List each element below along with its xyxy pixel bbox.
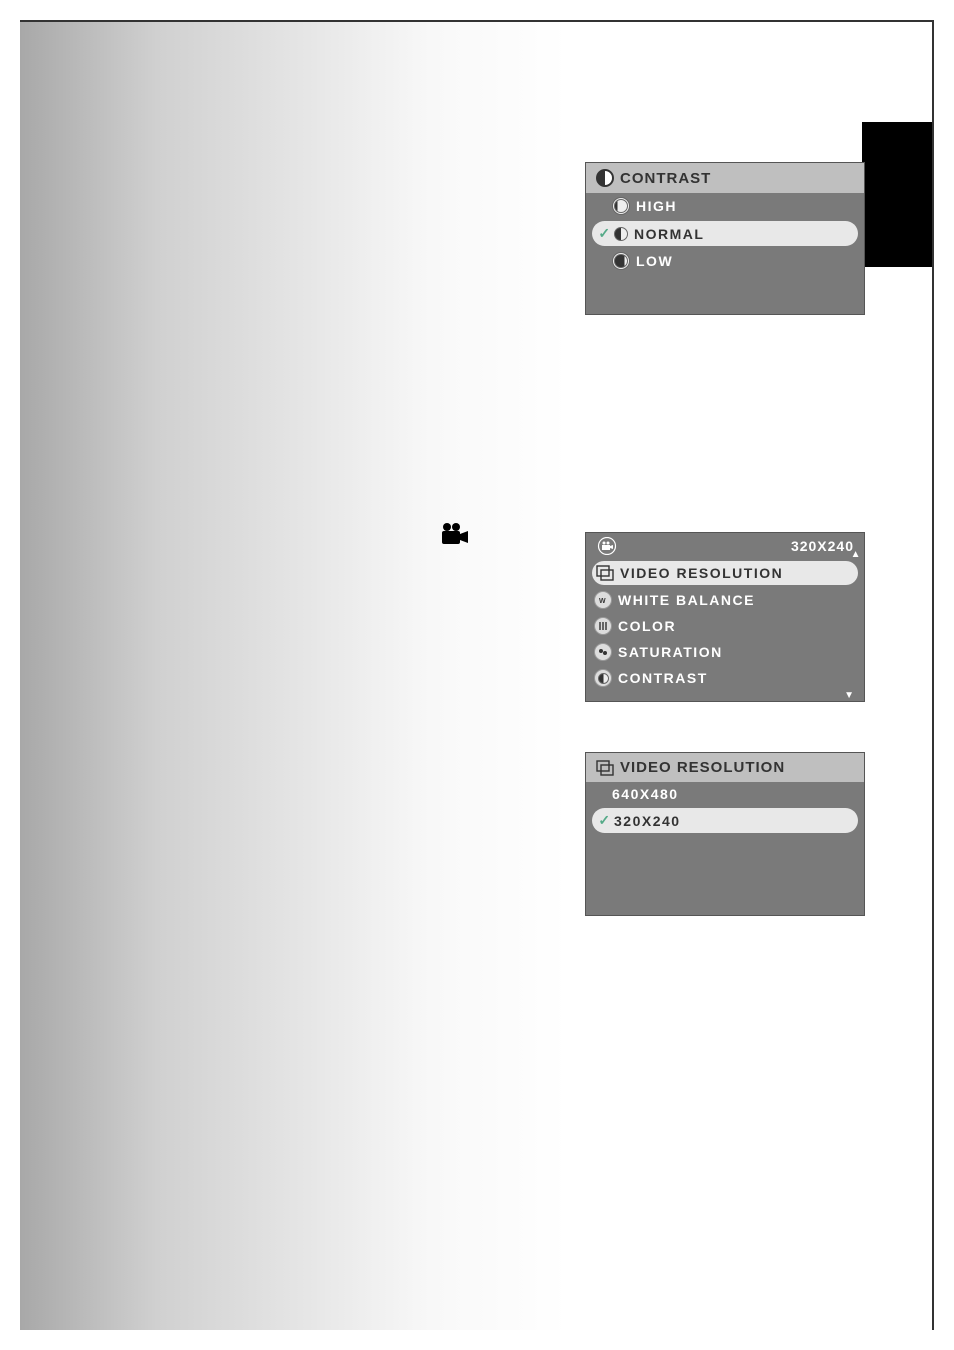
menu-item-label: VIDEO RESOLUTION (620, 565, 783, 581)
resolution-icon (596, 760, 614, 776)
menu-item-label: COLOR (618, 618, 676, 634)
contrast-menu-header: CONTRAST (586, 163, 864, 193)
color-icon (594, 617, 612, 635)
menu-item-label: CONTRAST (618, 670, 708, 686)
scroll-down-arrow: ▼ (586, 691, 864, 701)
resolution-menu-header: VIDEO RESOLUTION (586, 753, 864, 782)
resolution-menu-title: VIDEO RESOLUTION (620, 759, 785, 776)
white-balance-icon: W (594, 591, 612, 609)
video-camera-icon (440, 522, 470, 546)
video-menu: 320X240 VIDEO RESOLUTION ▲ W WHITE BALAN… (585, 532, 865, 702)
contrast-option-label: HIGH (636, 198, 677, 214)
video-menu-status: 320X240 (586, 533, 864, 559)
contrast-high-icon (612, 197, 630, 215)
contrast-icon (596, 169, 614, 187)
contrast-option-label: LOW (636, 253, 673, 269)
menu-item-color[interactable]: COLOR (586, 613, 864, 639)
resolution-menu: VIDEO RESOLUTION 640X480 ✓ 320X240 (585, 752, 865, 916)
menu-spacer (586, 274, 864, 314)
contrast-low-icon (612, 252, 630, 270)
contrast-option-low[interactable]: LOW (586, 248, 864, 274)
video-menu-status-value: 320X240 (791, 538, 854, 554)
saturation-icon (594, 643, 612, 661)
check-icon: ✓ (596, 812, 614, 829)
resolution-option-640[interactable]: 640X480 (586, 782, 864, 806)
page-frame: CONTRAST HIGH ✓ NORMAL LOW (20, 20, 934, 1330)
menu-item-label: SATURATION (618, 644, 723, 660)
menu-item-video-resolution[interactable]: VIDEO RESOLUTION ▲ (592, 561, 858, 585)
resolution-option-label: 320X240 (614, 813, 681, 829)
contrast-option-label: NORMAL (634, 226, 704, 242)
menu-spacer (586, 835, 864, 915)
contrast-menu-title: CONTRAST (620, 170, 711, 187)
contrast-option-high[interactable]: HIGH (586, 193, 864, 219)
resolution-option-320[interactable]: ✓ 320X240 (592, 808, 858, 833)
menu-item-saturation[interactable]: SATURATION (586, 639, 864, 665)
menu-item-contrast[interactable]: CONTRAST (586, 665, 864, 691)
video-mode-icon (596, 537, 618, 555)
menu-item-label: WHITE BALANCE (618, 592, 755, 608)
side-tab (862, 122, 932, 267)
contrast-menu: CONTRAST HIGH ✓ NORMAL LOW (585, 162, 865, 315)
contrast-option-normal[interactable]: ✓ NORMAL (592, 221, 858, 246)
check-icon: ✓ (596, 225, 614, 242)
scroll-up-arrow: ▲ (851, 549, 862, 560)
resolution-icon (596, 565, 614, 581)
menu-item-white-balance[interactable]: W WHITE BALANCE (586, 587, 864, 613)
contrast-normal-icon (614, 227, 628, 241)
contrast-icon (594, 669, 612, 687)
svg-text:W: W (599, 598, 607, 605)
resolution-option-label: 640X480 (612, 786, 679, 802)
